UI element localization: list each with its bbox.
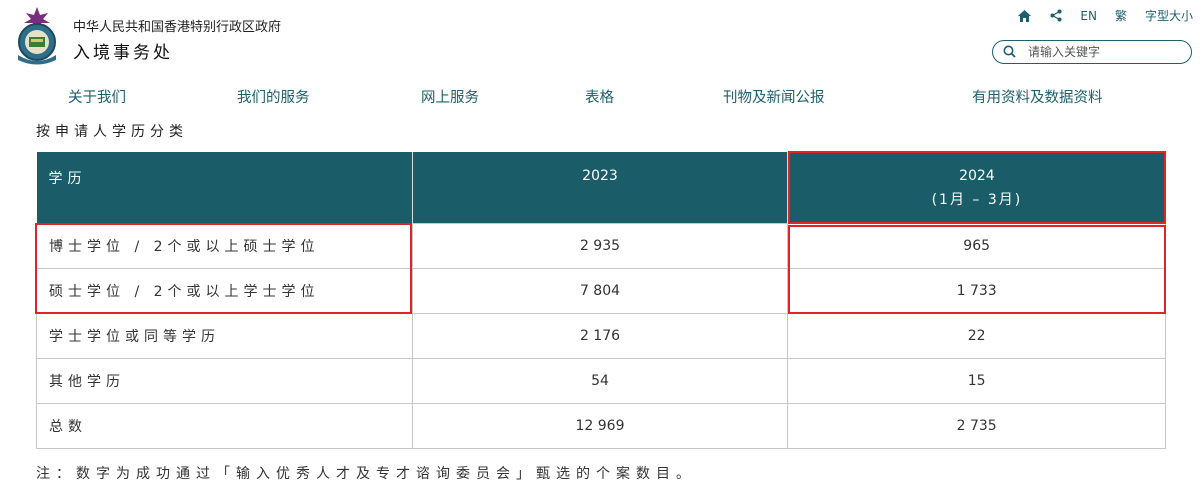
- utility-bar: EN 繁 字型大小: [1017, 7, 1193, 24]
- header-2024-period: (1月 – 3月): [931, 192, 1023, 208]
- table-row: 硕士学位 / 2个或以上学士学位 7 804 1 733: [36, 267, 1166, 314]
- cell-2023: 12 969: [411, 402, 789, 449]
- row-label: 总数: [36, 402, 413, 449]
- education-statistics-table: 学历 2023 2024 (1月 – 3月) 博士学位 / 2个或以上硕士学位 …: [36, 152, 1166, 449]
- cell-2023: 7 804: [411, 267, 789, 314]
- table-row: 其他学历 54 15: [36, 357, 1166, 404]
- cell-2024: 1 733: [787, 267, 1166, 314]
- header-2024: 2024 (1月 – 3月): [787, 152, 1166, 223]
- nav-useful-info-statistics[interactable]: 有用资料及数据资料: [972, 86, 1103, 107]
- immd-emblem-icon[interactable]: [10, 5, 64, 67]
- cell-2024: 22: [787, 312, 1166, 359]
- row-label: 学士学位或同等学历: [36, 312, 413, 359]
- row-label: 硕士学位 / 2个或以上学士学位: [36, 267, 413, 314]
- search-input[interactable]: [1028, 45, 1178, 59]
- row-label: 博士学位 / 2个或以上硕士学位: [36, 222, 413, 269]
- language-en-link[interactable]: EN: [1080, 9, 1097, 23]
- search-box[interactable]: [992, 40, 1192, 64]
- nav-publications-press[interactable]: 刊物及新闻公报: [723, 86, 825, 107]
- header-2024-year: 2024: [959, 168, 995, 184]
- nav-online-services[interactable]: 网上服务: [421, 86, 479, 107]
- table-row: 总数 12 969 2 735: [36, 402, 1166, 449]
- government-name: 中华人民共和国香港特别行政区政府: [73, 20, 282, 35]
- header-2023: 2023: [411, 152, 788, 223]
- nav-forms[interactable]: 表格: [585, 86, 614, 107]
- cell-2024: 15: [787, 357, 1166, 404]
- font-size-link[interactable]: 字型大小: [1145, 7, 1193, 24]
- table-row: 学士学位或同等学历 2 176 22: [36, 312, 1166, 359]
- share-icon[interactable]: [1050, 9, 1062, 22]
- main-nav: 关于我们 我们的服务 网上服务 表格 刊物及新闻公报 有用资料及数据资料: [0, 86, 1203, 108]
- footnote: 注：数字为成功通过「输入优秀人才及专才谘询委员会」甄选的个案数目。: [36, 466, 696, 482]
- table-row: 博士学位 / 2个或以上硕士学位 2 935 965: [36, 222, 1166, 269]
- cell-2023: 54: [411, 357, 789, 404]
- cell-2024: 965: [787, 222, 1166, 269]
- cell-2023: 2 176: [411, 312, 789, 359]
- row-label: 其他学历: [36, 357, 413, 404]
- cell-2023: 2 935: [411, 222, 789, 269]
- cell-2024: 2 735: [787, 402, 1166, 449]
- header-education: 学历: [36, 152, 413, 223]
- section-title: 按申请人学历分类: [36, 124, 188, 140]
- language-tc-link[interactable]: 繁: [1115, 7, 1127, 24]
- home-icon[interactable]: [1017, 9, 1032, 23]
- nav-about-us[interactable]: 关于我们: [68, 86, 126, 107]
- nav-our-services[interactable]: 我们的服务: [237, 86, 310, 107]
- search-icon[interactable]: [1003, 43, 1016, 62]
- table-header-row: 学历 2023 2024 (1月 – 3月): [36, 152, 1166, 223]
- department-name[interactable]: 入境事务处: [73, 38, 173, 63]
